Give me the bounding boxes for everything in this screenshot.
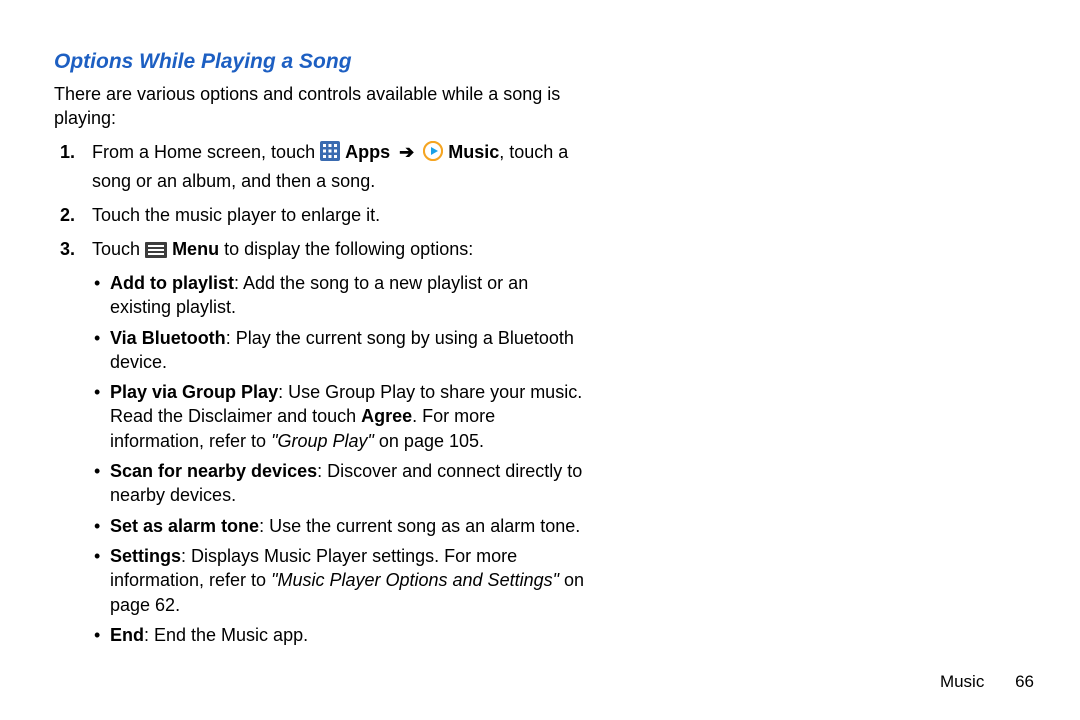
bullet-text: on page 105. bbox=[374, 431, 484, 451]
bullet-label: Add to playlist bbox=[110, 273, 234, 293]
bullet-scan-nearby: Scan for nearby devices: Discover and co… bbox=[92, 459, 594, 508]
step-number: 1. bbox=[60, 139, 75, 165]
bullet-add-to-playlist: Add to playlist: Add the song to a new p… bbox=[92, 271, 594, 320]
group-play-reference: "Group Play" bbox=[271, 431, 374, 451]
bullet-label: Set as alarm tone bbox=[110, 516, 259, 536]
bullet-label: End bbox=[110, 625, 144, 645]
step-number: 3. bbox=[60, 236, 75, 262]
bullet-label: Scan for nearby devices bbox=[110, 461, 317, 481]
arrow-icon: ➔ bbox=[399, 142, 414, 162]
bullet-label: Via Bluetooth bbox=[110, 328, 226, 348]
apps-label: Apps bbox=[345, 142, 390, 162]
bullet-settings: Settings: Displays Music Player settings… bbox=[92, 544, 594, 617]
bullet-text: : Use the current song as an alarm tone. bbox=[259, 516, 580, 536]
step-3: 3. Touch Menu to display the following o… bbox=[54, 236, 594, 647]
menu-icon bbox=[145, 239, 167, 265]
step-1: 1. From a Home screen, touch Apps ➔ bbox=[54, 139, 594, 194]
bullet-alarm-tone: Set as alarm tone: Use the current song … bbox=[92, 514, 594, 538]
page-footer: Music 66 bbox=[940, 672, 1034, 692]
step-2-text: Touch the music player to enlarge it. bbox=[92, 205, 380, 225]
step-number: 2. bbox=[60, 202, 75, 228]
menu-label: Menu bbox=[172, 239, 219, 259]
apps-icon bbox=[320, 141, 340, 168]
intro-text: There are various options and controls a… bbox=[54, 82, 574, 131]
bullet-group-play: Play via Group Play: Use Group Play to s… bbox=[92, 380, 594, 453]
step-1-text-pre: From a Home screen, touch bbox=[92, 142, 320, 162]
bullet-label: Play via Group Play bbox=[110, 382, 278, 402]
step-3-text-pre: Touch bbox=[92, 239, 145, 259]
settings-reference: "Music Player Options and Settings" bbox=[271, 570, 559, 590]
agree-label: Agree bbox=[361, 406, 412, 426]
music-icon bbox=[423, 141, 443, 168]
music-label: Music bbox=[448, 142, 499, 162]
bullet-via-bluetooth: Via Bluetooth: Play the current song by … bbox=[92, 326, 594, 375]
footer-page-number: 66 bbox=[1015, 672, 1034, 691]
bullet-end: End: End the Music app. bbox=[92, 623, 594, 647]
footer-section: Music bbox=[940, 672, 984, 691]
bullet-text: : End the Music app. bbox=[144, 625, 308, 645]
step-3-text-post: to display the following options: bbox=[219, 239, 473, 259]
section-title: Options While Playing a Song bbox=[54, 50, 1040, 74]
bullet-label: Settings bbox=[110, 546, 181, 566]
step-2: 2. Touch the music player to enlarge it. bbox=[54, 202, 594, 228]
